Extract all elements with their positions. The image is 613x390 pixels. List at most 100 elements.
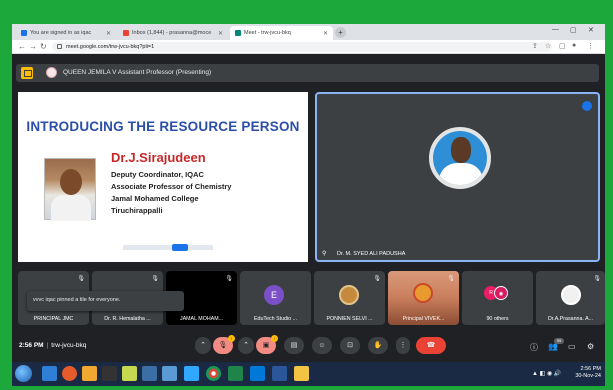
- address-bar-row: ← → ↻ meet.google.com/trw-jvcu-bkq?pli=1…: [12, 40, 605, 54]
- url-field[interactable]: meet.google.com/trw-jvcu-bkq?pli=1: [52, 42, 552, 52]
- more-options-button[interactable]: ⋮: [396, 337, 410, 354]
- taskbar-time: 2:56 PM: [580, 366, 601, 372]
- window-close-icon[interactable]: ✕: [588, 26, 594, 34]
- participant-tile[interactable]: 🎙 Dr.A.Prasanna. A...: [536, 271, 605, 325]
- audio-options-button[interactable]: ⌃: [195, 337, 211, 354]
- share-icon[interactable]: ⇪: [532, 42, 538, 50]
- meeting-time: 2:56 PM: [19, 342, 44, 349]
- meeting-details-icon[interactable]: ⓘ: [530, 342, 538, 353]
- tab-label: Inbox (1,844) - prasanna@moce: [132, 30, 212, 36]
- participant-name: PRINCIPAL JMC: [33, 316, 74, 322]
- browser-tab-inbox[interactable]: Inbox (1,844) - prasanna@moce ✕: [118, 26, 228, 40]
- participant-video: [413, 283, 433, 303]
- file-explorer-icon[interactable]: [294, 366, 309, 381]
- participant-name: Dr. R. Hemalatha ...: [104, 316, 151, 322]
- meet-icon: [235, 30, 241, 36]
- meeting-info: 2:56 PM | trw-jvcu-bkq: [19, 342, 86, 349]
- resource-person-designation: Associate Professor of Chemistry: [111, 182, 232, 191]
- reload-icon[interactable]: ↻: [40, 42, 47, 51]
- tab-label: Meet - trw-jvcu-bkq: [244, 30, 291, 36]
- tab-view-icon[interactable]: ▢: [559, 42, 566, 50]
- participant-tile[interactable]: 🎙 Principal VIVEK...: [388, 271, 459, 325]
- explorer-icon[interactable]: [42, 366, 57, 381]
- mic-off-icon: 🎙: [151, 276, 159, 282]
- shared-screen-slide[interactable]: INTRODUCING THE RESOURCE PERSON Dr.J.Sir…: [18, 92, 308, 262]
- profile-icon[interactable]: ●: [572, 42, 576, 49]
- participant-tile[interactable]: E EduTech Studio ...: [240, 271, 311, 325]
- start-button[interactable]: [15, 365, 32, 382]
- meeting-code: trw-jvcu-bkq: [51, 342, 87, 349]
- participant-avatar: ◉: [494, 286, 508, 300]
- resource-person-name: Dr.J.Sirajudeen: [111, 150, 206, 165]
- media-player-icon[interactable]: [102, 366, 117, 381]
- video-options-button[interactable]: ⌃: [238, 337, 254, 354]
- chat-icon[interactable]: ▭: [568, 342, 576, 351]
- folder-icon[interactable]: [82, 366, 97, 381]
- active-speaker-tile[interactable]: ⚲ Dr. M. SYED ALI PADUSHA: [315, 92, 600, 262]
- participant-name: PONNIEN SELVI ...: [326, 316, 373, 322]
- mic-off-icon: 🎙: [447, 276, 455, 282]
- present-screen-icon[interactable]: [21, 67, 33, 79]
- minimize-icon[interactable]: —: [552, 26, 559, 33]
- lock-icon: [57, 44, 62, 49]
- presenting-bar: QUEEN JEMILA V Assistant Professor (Pres…: [16, 64, 599, 82]
- maximize-icon[interactable]: ▢: [570, 26, 577, 34]
- photoshop-icon[interactable]: [184, 366, 199, 381]
- participant-avatar: [339, 285, 359, 305]
- tab-label: You are signed in as iqac: [30, 30, 92, 36]
- forward-icon[interactable]: →: [29, 42, 37, 51]
- browser-tab-meet[interactable]: Meet - trw-jvcu-bkq ✕: [230, 26, 333, 40]
- resource-person-city: Tiruchirappalli: [111, 206, 163, 215]
- participant-count-badge: 99: [554, 338, 564, 344]
- participant-name: Dr.A.Prasanna. A...: [547, 316, 594, 322]
- slide-title: INTRODUCING THE RESOURCE PERSON: [26, 119, 300, 134]
- captions-button[interactable]: ▤: [284, 337, 304, 354]
- activities-icon[interactable]: ⚙: [587, 342, 594, 351]
- warning-badge-icon: !: [271, 335, 278, 342]
- gmail-icon: [123, 30, 129, 36]
- close-icon[interactable]: ✕: [102, 30, 111, 37]
- mic-off-icon: 🎙: [225, 276, 233, 282]
- back-icon[interactable]: ←: [18, 42, 26, 51]
- emoji-button[interactable]: ☺: [312, 337, 332, 354]
- participant-name: 90 others: [486, 316, 509, 322]
- warning-badge-icon: !: [228, 335, 235, 342]
- camera-button[interactable]: ▣!: [256, 335, 278, 354]
- participant-tile[interactable]: 🎙 PONNIEN SELVI ...: [314, 271, 385, 325]
- presenter-name: QUEEN JEMILA V Assistant Professor (Pres…: [63, 69, 212, 76]
- app-icon[interactable]: [122, 366, 137, 381]
- app-icon[interactable]: [142, 366, 157, 381]
- others-tile[interactable]: R ◉ 90 others: [462, 271, 533, 325]
- new-tab-button[interactable]: +: [335, 27, 346, 38]
- participant-avatar: [561, 285, 581, 305]
- edge-icon[interactable]: [250, 366, 265, 381]
- raise-hand-button[interactable]: ✋: [368, 337, 388, 354]
- speaker-name: Dr. M. SYED ALI PADUSHA: [337, 251, 406, 257]
- mic-off-icon: 🎙: [593, 276, 601, 282]
- system-tray-icons[interactable]: ▲ ◧ ◉ 🔊: [532, 370, 561, 377]
- leave-call-button[interactable]: ☎: [416, 337, 446, 354]
- participant-avatar: E: [264, 285, 284, 305]
- browser-tab-iqac[interactable]: You are signed in as iqac ✕: [16, 26, 116, 40]
- resource-person-role: Deputy Coordinator, IQAC: [111, 170, 204, 179]
- url-text: meet.google.com/trw-jvcu-bkq?pli=1: [66, 44, 155, 50]
- resource-person-photo: [44, 158, 96, 221]
- participant-name: JAMAL MOHAM...: [179, 316, 224, 322]
- app-icon[interactable]: [162, 366, 177, 381]
- system-clock[interactable]: 2:56 PM 30-Nov-24: [575, 366, 601, 380]
- close-icon[interactable]: ✕: [319, 30, 328, 37]
- opera-icon[interactable]: [62, 366, 77, 381]
- microphone-button[interactable]: 🎙!: [213, 335, 235, 354]
- excel-icon[interactable]: [228, 366, 243, 381]
- word-icon[interactable]: [272, 366, 287, 381]
- meeting-control-bar: 2:56 PM | trw-jvcu-bkq ⌃ 🎙! ⌃ ▣! ▤ ☺ ⊡ ✋ ⋮…: [12, 334, 605, 360]
- bookmark-star-icon[interactable]: ☆: [545, 42, 551, 50]
- slide-footer-bar: [123, 245, 213, 250]
- mic-off-icon: 🎙: [373, 276, 381, 282]
- present-button[interactable]: ⊡: [340, 337, 360, 354]
- audio-wave-icon: [582, 101, 592, 111]
- close-icon[interactable]: ✕: [214, 30, 223, 37]
- pin-icon[interactable]: ⚲: [322, 250, 326, 257]
- browser-menu-icon[interactable]: ⋮: [587, 42, 594, 50]
- chrome-icon[interactable]: [206, 366, 221, 381]
